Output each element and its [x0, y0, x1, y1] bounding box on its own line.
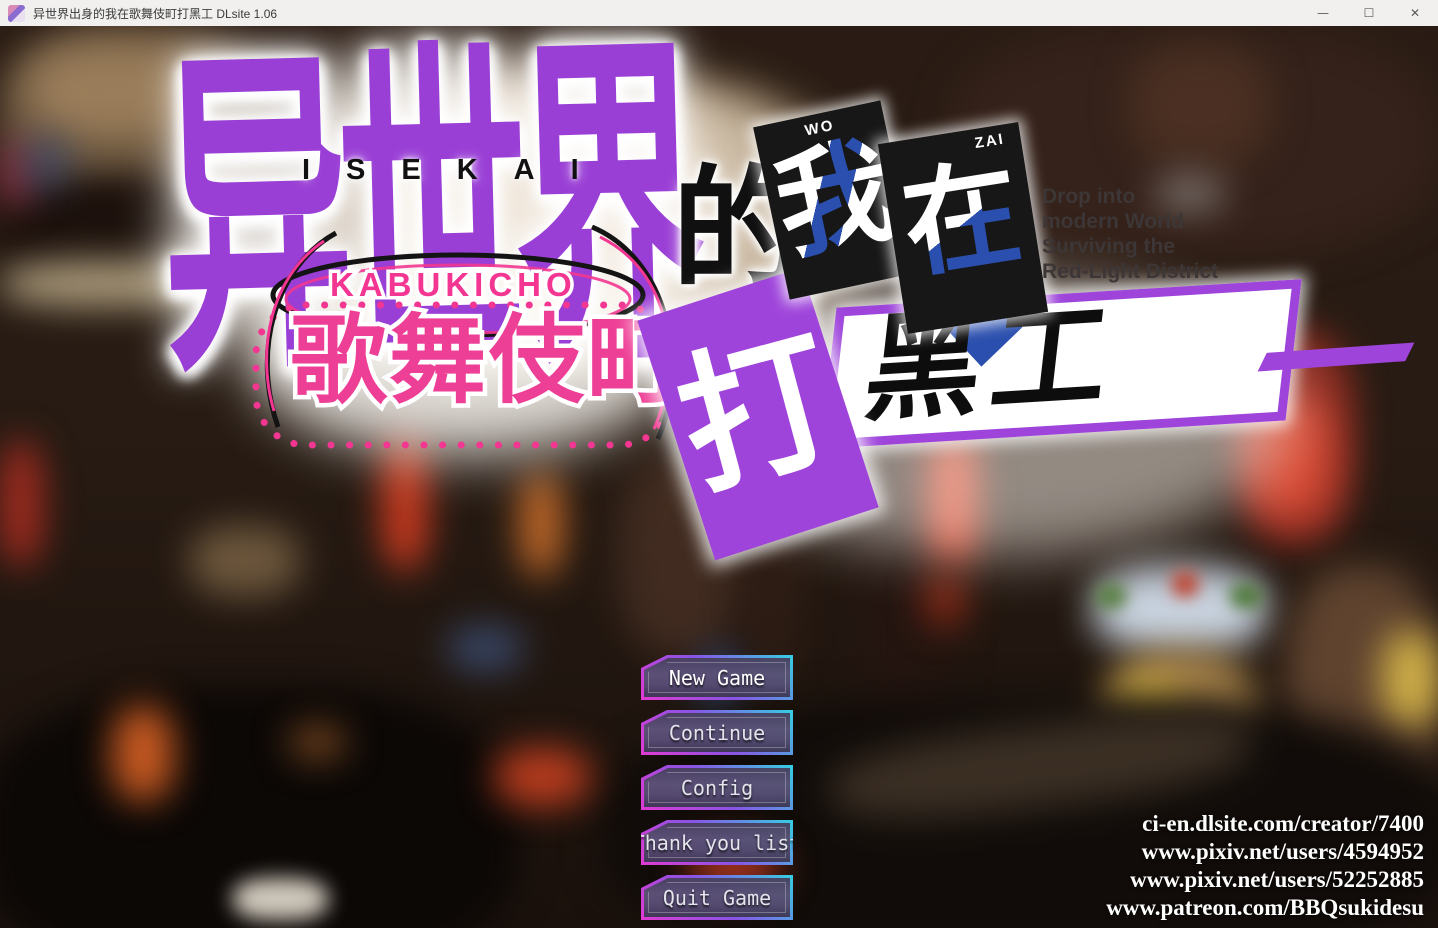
config-label: Config	[680, 775, 754, 800]
new-game-label: New Game	[668, 665, 766, 690]
title-bar: 异世界出身的我在歌舞伎町打黑工 DLsite 1.06 — ☐ ✕	[0, 0, 1438, 26]
tagline-line: modern World	[1042, 210, 1184, 233]
bg-blob	[448, 626, 523, 671]
logo-da-char: 打	[662, 312, 854, 516]
bg-blob	[1230, 584, 1262, 608]
logo-kabukicho-cn: 歌舞伎町	[286, 303, 689, 418]
bg-blob	[1382, 631, 1438, 726]
creator-links: ci-en.dlsite.com/creator/7400 www.pixiv.…	[1106, 810, 1424, 922]
creator-link: www.pixiv.net/users/4594952	[1141, 839, 1424, 864]
maximize-button[interactable]: ☐	[1346, 0, 1392, 26]
creator-link: www.patreon.com/BBQsukidesu	[1106, 895, 1424, 920]
bg-blob	[112, 706, 174, 801]
bg-blob	[495, 748, 590, 806]
minimize-button[interactable]: —	[1300, 0, 1346, 26]
bg-blob	[290, 726, 345, 758]
title-menu: New Game Continue Config Thank you list …	[641, 655, 793, 928]
bg-blob	[24, 136, 69, 191]
new-game-button[interactable]: New Game	[641, 655, 793, 700]
creator-link: ci-en.dlsite.com/creator/7400	[1142, 811, 1424, 836]
minimize-icon: —	[1317, 6, 1329, 20]
quit-game-label: Quit Game	[662, 885, 772, 910]
bg-blob	[0, 441, 42, 566]
bg-blob	[1130, 46, 1270, 166]
bg-blob	[190, 526, 300, 596]
window-title: 异世界出身的我在歌舞伎町打黑工 DLsite 1.06	[33, 6, 278, 21]
logo-zai-char: 在	[882, 146, 1042, 294]
logo-romaji: ISEKAI	[302, 154, 615, 186]
logo-tagline: Drop into modern World Surviving the Red…	[1042, 184, 1218, 284]
continue-label: Continue	[668, 720, 766, 745]
config-button[interactable]: Config	[641, 765, 793, 810]
thank-you-list-button[interactable]: Thank you list	[641, 820, 793, 865]
game-screen: 异世界 ISEKAI 的 KABUKICHO 歌舞伎町 黑工 打 WO 我 ZA…	[0, 26, 1438, 928]
thank-you-list-label: Thank you list	[632, 830, 802, 855]
bg-blob	[233, 878, 328, 920]
continue-button[interactable]: Continue	[641, 710, 793, 755]
creator-link: www.pixiv.net/users/52252885	[1130, 867, 1424, 892]
logo-kabukicho-en: KABUKICHO	[327, 263, 577, 307]
bg-blob	[925, 571, 965, 626]
quit-game-button[interactable]: Quit Game	[641, 875, 793, 920]
tagline-line: Surviving the	[1042, 235, 1176, 258]
tagline-line: Drop into	[1042, 185, 1136, 208]
close-button[interactable]: ✕	[1392, 0, 1438, 26]
tagline-line: Red-Light District	[1042, 260, 1219, 283]
window-controls: — ☐ ✕	[1300, 0, 1438, 26]
bg-blob	[1096, 584, 1126, 608]
logo-heigong-banner: 黑工	[820, 279, 1302, 449]
logo-zai-card: ZAI 在	[877, 122, 1049, 334]
close-icon: ✕	[1409, 6, 1421, 20]
maximize-icon: ☐	[1363, 6, 1375, 20]
game-window: 异世界出身的我在歌舞伎町打黑工 DLsite 1.06 — ☐ ✕ 异世界 IS…	[0, 0, 1438, 928]
app-icon	[8, 4, 25, 22]
bg-blob	[1172, 571, 1198, 597]
bg-blob	[520, 471, 562, 576]
